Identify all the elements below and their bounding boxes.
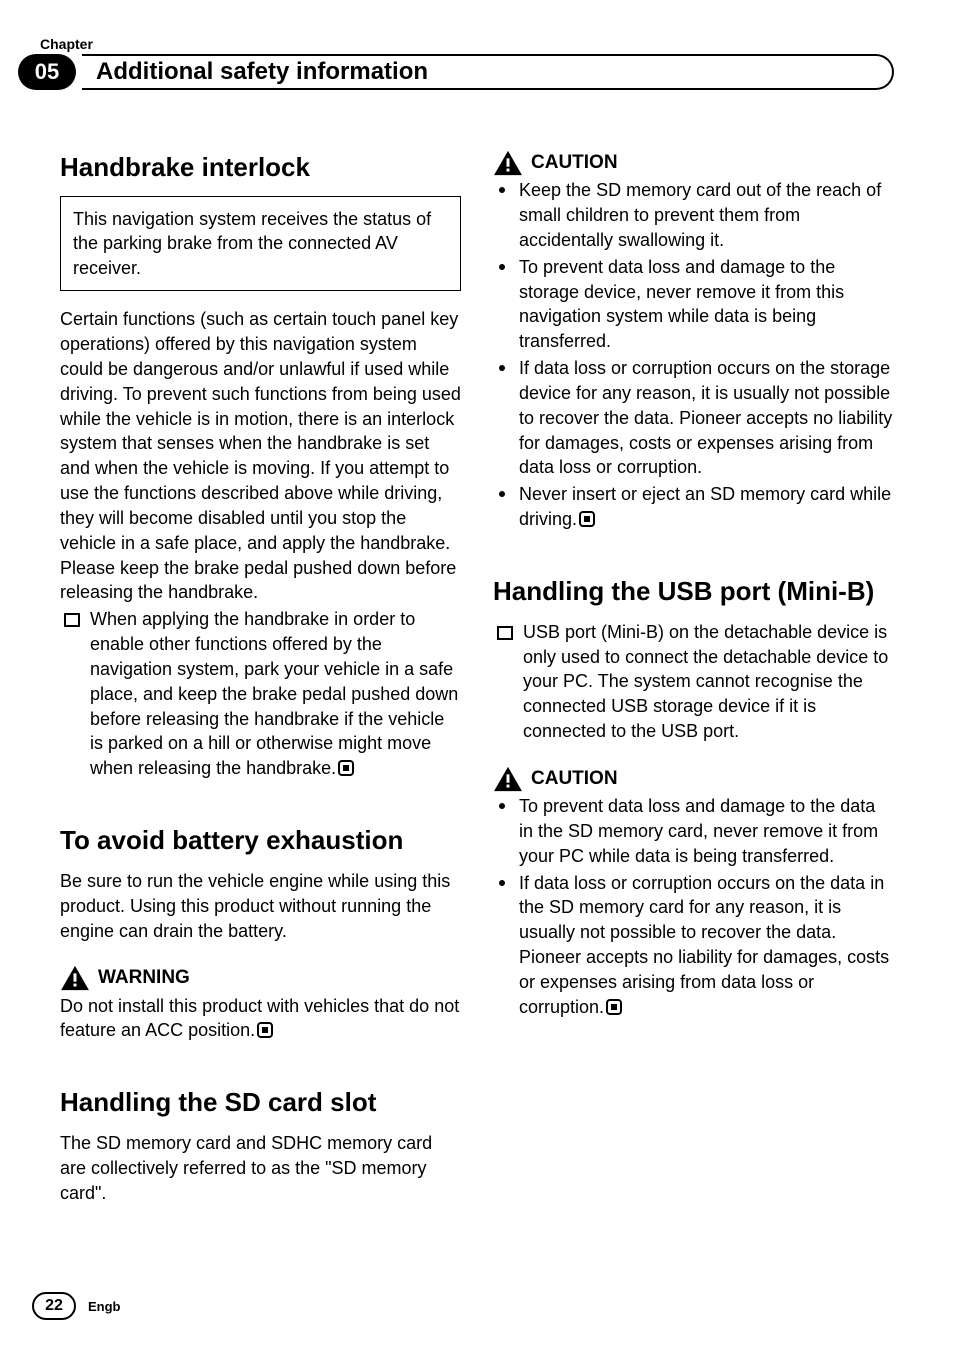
caution-triangle-icon <box>493 766 523 792</box>
list-item: To prevent data loss and damage to the s… <box>493 255 894 354</box>
warning-label: WARNING <box>98 965 190 991</box>
list-item-text: USB port (Mini-B) on the detachable devi… <box>523 622 888 741</box>
list-item: When applying the handbrake in order to … <box>60 607 461 781</box>
caution-list: To prevent data loss and damage to the d… <box>493 794 894 1019</box>
right-column: CAUTION Keep the SD memory card out of t… <box>493 150 894 1206</box>
list-item: USB port (Mini-B) on the detachable devi… <box>493 620 894 744</box>
list-item: If data loss or corruption occurs on the… <box>493 356 894 480</box>
footer: 22 Engb <box>32 1292 121 1320</box>
list-item-text: If data loss or corruption occurs on the… <box>519 358 892 477</box>
caution-row: CAUTION <box>493 766 894 792</box>
heading-handbrake: Handbrake interlock <box>60 150 461 186</box>
caution-triangle-icon <box>493 150 523 176</box>
end-icon <box>257 1022 273 1038</box>
chapter-label: Chapter <box>40 36 894 52</box>
left-column: Handbrake interlock This navigation syst… <box>60 150 461 1206</box>
list-item-text: Keep the SD memory card out of the reach… <box>519 180 881 250</box>
list-item: Keep the SD memory card out of the reach… <box>493 178 894 252</box>
content-columns: Handbrake interlock This navigation syst… <box>60 150 894 1206</box>
caution-list: Keep the SD memory card out of the reach… <box>493 178 894 532</box>
paragraph: Certain functions (such as certain touch… <box>60 307 461 605</box>
heading-battery: To avoid battery exhaustion <box>60 823 461 859</box>
note-box: This navigation system receives the stat… <box>60 196 461 291</box>
caution-row: CAUTION <box>493 150 894 176</box>
warning-row: WARNING <box>60 965 461 991</box>
heading-usb: Handling the USB port (Mini-B) <box>493 574 894 610</box>
chapter-title: Additional safety information <box>82 54 894 90</box>
square-bullet-list: USB port (Mini-B) on the detachable devi… <box>493 620 894 744</box>
caution-label: CAUTION <box>531 766 618 792</box>
list-item-text: If data loss or corruption occurs on the… <box>519 873 889 1017</box>
caution-label: CAUTION <box>531 150 618 176</box>
end-icon <box>606 999 622 1015</box>
paragraph: Be sure to run the vehicle engine while … <box>60 869 461 943</box>
end-icon <box>579 511 595 527</box>
list-item-text: To prevent data loss and damage to the s… <box>519 257 844 351</box>
page-number: 22 <box>32 1292 76 1320</box>
list-item-text: When applying the handbrake in order to … <box>90 609 458 778</box>
list-item: If data loss or corruption occurs on the… <box>493 871 894 1020</box>
header: Chapter 05 Additional safety information <box>60 36 894 116</box>
list-item: To prevent data loss and damage to the d… <box>493 794 894 868</box>
paragraph: The SD memory card and SDHC memory card … <box>60 1131 461 1205</box>
square-bullet-list: When applying the handbrake in order to … <box>60 607 461 781</box>
heading-sd-slot: Handling the SD card slot <box>60 1085 461 1121</box>
warning-text: Do not install this product with vehicle… <box>60 994 461 1044</box>
list-item-text: To prevent data loss and damage to the d… <box>519 796 878 866</box>
list-item: Never insert or eject an SD memory card … <box>493 482 894 532</box>
page: Chapter 05 Additional safety information… <box>0 0 954 1352</box>
language-code: Engb <box>88 1299 121 1314</box>
end-icon <box>338 760 354 776</box>
list-item-text: Never insert or eject an SD memory card … <box>519 484 891 529</box>
chapter-number-badge: 05 <box>18 54 76 90</box>
warning-triangle-icon <box>60 965 90 991</box>
